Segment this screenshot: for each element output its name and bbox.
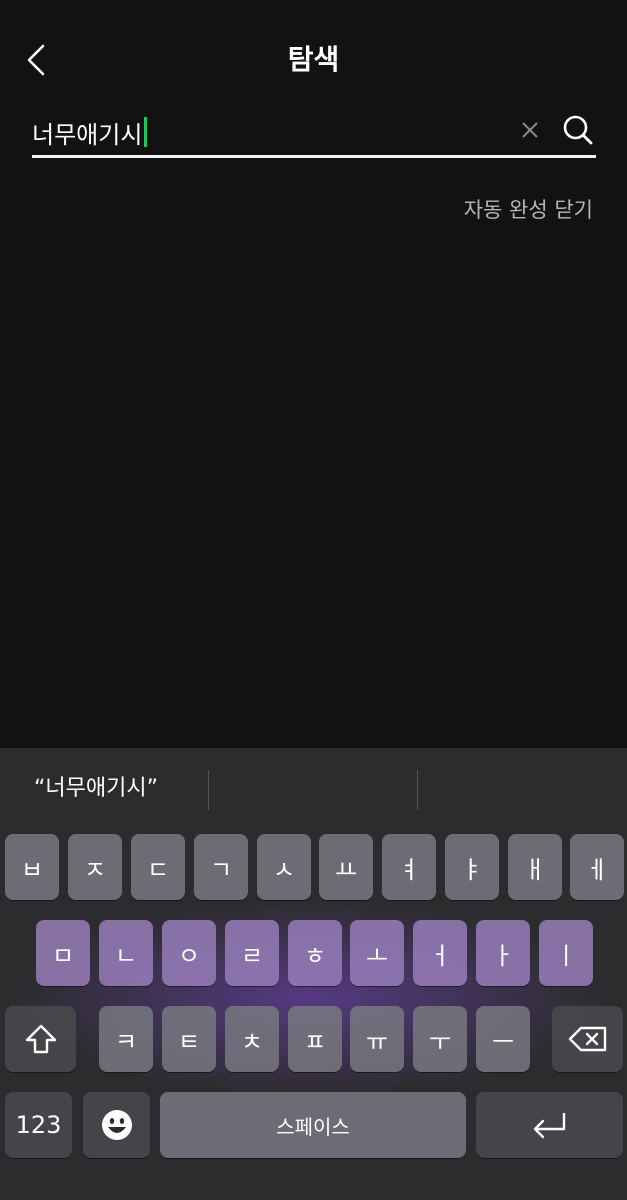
suggestion-divider: [417, 770, 418, 810]
suggestion-1[interactable]: “너무애기시”: [34, 770, 158, 802]
key[interactable]: ㅜ: [413, 1006, 467, 1072]
suggestion-divider: [208, 770, 209, 810]
clear-button[interactable]: [516, 116, 544, 144]
key[interactable]: ㅈ: [68, 834, 122, 900]
key[interactable]: ㅠ: [350, 1006, 404, 1072]
key[interactable]: ㄷ: [131, 834, 185, 900]
shift-icon: [25, 1024, 56, 1054]
key[interactable]: ㅁ: [36, 920, 90, 986]
key[interactable]: ㅡ: [476, 1006, 530, 1072]
search-bar: 너무애기시: [32, 108, 596, 158]
key[interactable]: ㅛ: [319, 834, 373, 900]
key[interactable]: ㅇ: [162, 920, 216, 986]
key[interactable]: ㅣ: [539, 920, 593, 986]
key[interactable]: ㅅ: [257, 834, 311, 900]
emoji-key[interactable]: [83, 1092, 150, 1158]
key[interactable]: ㅂ: [5, 834, 59, 900]
key[interactable]: ㅓ: [413, 920, 467, 986]
search-input-value: 너무애기시: [32, 120, 143, 149]
key[interactable]: ㅗ: [350, 920, 404, 986]
return-icon: [533, 1113, 565, 1139]
backspace-icon: [568, 1026, 606, 1052]
key[interactable]: ㅊ: [225, 1006, 279, 1072]
return-key[interactable]: [476, 1092, 623, 1158]
key[interactable]: ㄱ: [194, 834, 248, 900]
text-caret: [144, 117, 148, 147]
page-title: 탐색: [287, 43, 340, 76]
key[interactable]: ㅐ: [508, 834, 562, 900]
close-icon: [522, 122, 538, 138]
key[interactable]: ㅎ: [288, 920, 342, 986]
suggestion-bar: “너무애기시”: [0, 748, 627, 832]
search-button[interactable]: [560, 112, 596, 148]
header: 탐색: [0, 0, 627, 110]
key[interactable]: ㅔ: [570, 834, 624, 900]
keyboard: “너무애기시” ㅂ ㅈ ㄷ ㄱ ㅅ ㅛ ㅕ ㅑ ㅐ ㅔ ㅁ ㄴ ㅇ ㄹ ㅎ ㅗ …: [0, 748, 627, 1200]
search-input[interactable]: 너무애기시: [32, 112, 502, 152]
key[interactable]: ㄴ: [99, 920, 153, 986]
key[interactable]: ㅍ: [288, 1006, 342, 1072]
autocomplete-close-button[interactable]: 자동 완성 닫기: [464, 194, 593, 224]
numbers-key[interactable]: 123: [5, 1092, 72, 1158]
key[interactable]: ㅕ: [382, 834, 436, 900]
shift-key[interactable]: [5, 1006, 76, 1072]
key[interactable]: ㄹ: [225, 920, 279, 986]
search-icon: [563, 115, 593, 145]
key[interactable]: ㅏ: [476, 920, 530, 986]
key[interactable]: ㅋ: [99, 1006, 153, 1072]
emoji-icon: [101, 1110, 132, 1140]
key[interactable]: ㅌ: [162, 1006, 216, 1072]
backspace-key[interactable]: [552, 1006, 623, 1072]
key[interactable]: ㅑ: [445, 834, 499, 900]
space-key[interactable]: 스페이스: [160, 1092, 466, 1158]
